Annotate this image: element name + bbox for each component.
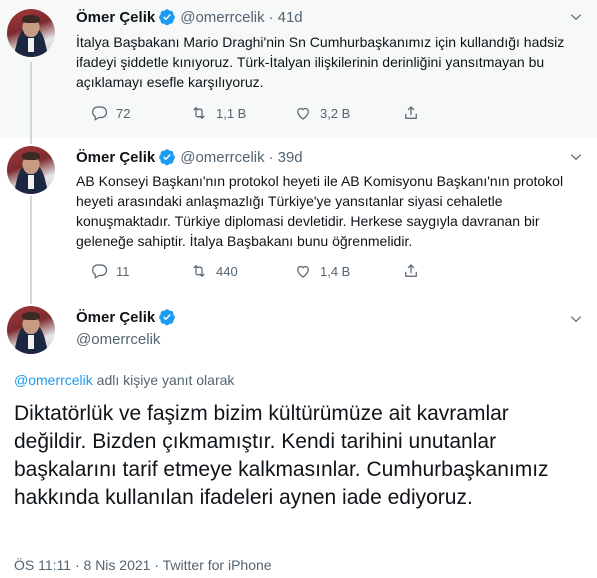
author-handle[interactable]: @omerrcelik <box>76 331 160 348</box>
tweet-text: İtalya Başbakanı Mario Draghi'nin Sn Cum… <box>76 34 565 90</box>
like-count: 3,2 B <box>320 105 351 121</box>
like-button[interactable]: 1,4 B <box>294 262 350 280</box>
separator-dot: · <box>268 148 274 166</box>
share-icon <box>405 264 417 277</box>
author-handle[interactable]: @omerrcelik <box>180 149 264 166</box>
like-button[interactable]: 3,2 B <box>294 104 350 122</box>
reply-count: 11 <box>116 263 130 279</box>
retweet-icon <box>193 106 205 120</box>
tweet-time[interactable]: 39d <box>278 149 303 166</box>
thread-line <box>30 62 32 138</box>
chevron-down-icon[interactable] <box>569 10 583 24</box>
like-count: 1,4 B <box>320 263 351 279</box>
retweet-icon <box>193 264 205 278</box>
tweet-metadata[interactable]: ÖS 11:11 · 8 Nis 2021 · Twitter for iPho… <box>14 557 272 573</box>
share-button[interactable] <box>402 262 428 280</box>
heart-icon <box>297 265 309 278</box>
tweet-2[interactable]: Ömer Çelik @omerrcelik · 39d AB Konseyi … <box>0 138 597 294</box>
thread-line <box>30 294 32 304</box>
reply-button[interactable]: 11 <box>90 262 130 280</box>
reply-icon <box>92 106 108 121</box>
heart-icon <box>297 107 309 120</box>
reply-icon <box>92 264 108 279</box>
avatar[interactable] <box>7 9 55 57</box>
author-name[interactable]: Ömer Çelik <box>76 309 155 326</box>
tweet-text: AB Konseyi Başkanı'nın protokol heyeti i… <box>76 173 564 249</box>
reply-mention-link[interactable]: @omerrcelik <box>14 372 93 388</box>
author-name[interactable]: Ömer Çelik <box>76 149 155 166</box>
reply-button[interactable]: 72 <box>90 104 130 122</box>
verified-badge-icon <box>159 9 176 26</box>
separator-dot: · <box>268 8 274 26</box>
chevron-down-icon[interactable] <box>569 150 583 164</box>
author-name[interactable]: Ömer Çelik <box>76 9 155 26</box>
author-handle[interactable]: @omerrcelik <box>180 9 264 26</box>
retweet-button[interactable]: 1,1 B <box>190 104 246 122</box>
retweet-button[interactable]: 440 <box>190 262 238 280</box>
avatar[interactable] <box>7 306 55 354</box>
share-icon <box>405 106 417 119</box>
retweet-count: 440 <box>216 263 238 279</box>
verified-badge-icon <box>159 149 176 166</box>
reply-count: 72 <box>116 105 131 121</box>
share-button[interactable] <box>402 104 428 122</box>
thread-line <box>30 196 32 294</box>
avatar[interactable] <box>7 146 55 194</box>
main-tweet-text: Diktatörlük ve faşizm bizim kültürümüze … <box>14 402 549 509</box>
tweet-time[interactable]: 41d <box>278 9 303 26</box>
tweet-1[interactable]: Ömer Çelik @omerrcelik · 41d İtalya Başb… <box>0 0 597 138</box>
reply-context: @omerrcelik adlı kişiye yanıt olarak <box>14 372 234 388</box>
chevron-down-icon[interactable] <box>569 312 583 326</box>
retweet-count: 1,1 B <box>216 105 247 121</box>
reply-context-label: adlı kişiye yanıt olarak <box>92 372 235 388</box>
verified-badge-icon <box>159 309 176 326</box>
thread-line <box>30 138 32 144</box>
